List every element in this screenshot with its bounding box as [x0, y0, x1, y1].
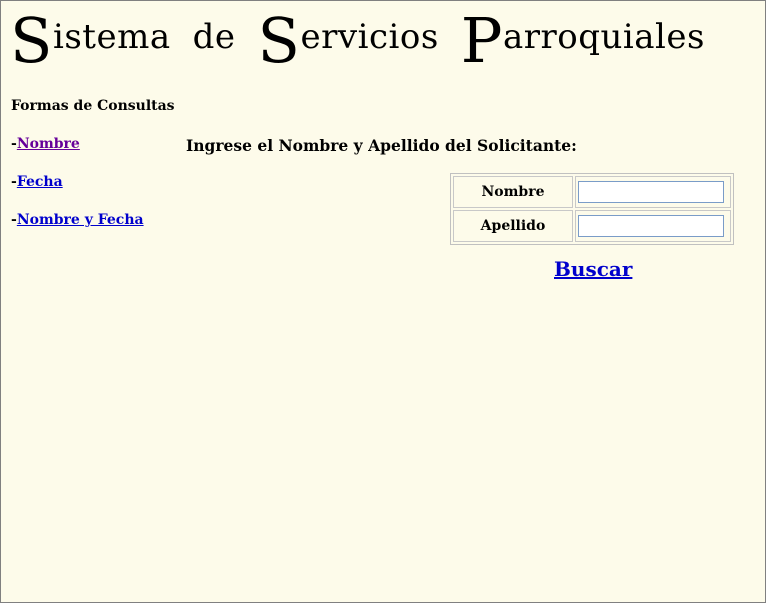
- nav-link-nombre[interactable]: Nombre: [17, 136, 80, 152]
- apellido-input[interactable]: [578, 215, 724, 238]
- nav-item-nombre: -Nombre: [11, 136, 80, 152]
- form-row-nombre: Nombre: [453, 176, 731, 208]
- nav-heading: Formas de Consultas: [11, 98, 175, 114]
- nombre-input[interactable]: [578, 181, 724, 204]
- buscar-link[interactable]: Buscar: [554, 257, 632, 281]
- title-word-2: de: [192, 17, 236, 57]
- nav-item-fecha: -Fecha: [11, 174, 63, 190]
- title-word-3: Servicios: [257, 4, 439, 77]
- nombre-label: Nombre: [453, 176, 573, 208]
- form-prompt: Ingrese el Nombre y Apellido del Solicit…: [186, 136, 577, 155]
- search-form-table: Nombre Apellido: [450, 173, 734, 245]
- page-title: Sistema de Servicios Parroquiales: [10, 10, 727, 72]
- nombre-field-cell: [575, 176, 731, 208]
- title-word-1: Sistema: [10, 4, 171, 77]
- apellido-field-cell: [575, 210, 731, 242]
- nav-link-fecha[interactable]: Fecha: [17, 174, 63, 190]
- apellido-label: Apellido: [453, 210, 573, 242]
- nav-item-nombre-y-fecha: -Nombre y Fecha: [11, 212, 144, 228]
- page-frame: [0, 0, 766, 603]
- title-word-4: Parroquiales: [460, 4, 705, 77]
- form-row-apellido: Apellido: [453, 210, 731, 242]
- nav-link-nombre-y-fecha[interactable]: Nombre y Fecha: [17, 212, 144, 228]
